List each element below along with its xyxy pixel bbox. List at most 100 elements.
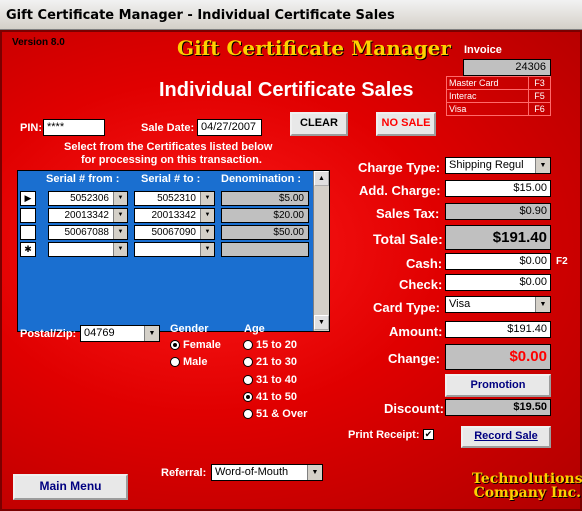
age-option-41-50[interactable]: 41 to 50 bbox=[243, 391, 297, 403]
serial-to-cell[interactable]: 50067090 ▼ bbox=[134, 225, 215, 240]
row-selector-current-icon[interactable]: ▶ bbox=[20, 191, 36, 206]
check-input[interactable]: $0.00 bbox=[445, 274, 551, 291]
dropdown-arrow-icon[interactable]: ▼ bbox=[200, 226, 214, 239]
age-option-31-40[interactable]: 31 to 40 bbox=[243, 374, 297, 386]
referral-select[interactable]: Word-of-Mouth ▼ bbox=[211, 464, 323, 481]
age-option-51-over[interactable]: 51 & Over bbox=[243, 408, 307, 420]
dropdown-arrow-icon[interactable]: ▼ bbox=[200, 209, 214, 222]
no-sale-button[interactable]: NO SALE bbox=[376, 112, 436, 136]
dropdown-arrow-icon[interactable]: ▼ bbox=[535, 297, 550, 312]
serial-to-cell[interactable]: ▼ bbox=[134, 242, 215, 257]
invoice-number: 24306 bbox=[463, 59, 551, 76]
gender-male-option[interactable]: Male bbox=[170, 356, 207, 368]
company-name-line1: Technolutions bbox=[472, 471, 582, 487]
age-option-21-30[interactable]: 21 to 30 bbox=[243, 356, 297, 368]
discount-value: $19.50 bbox=[445, 399, 551, 416]
version-label: Version 8.0 bbox=[12, 37, 65, 48]
denomination-cell: $50.00 bbox=[221, 225, 309, 240]
referral-value: Word-of-Mouth bbox=[215, 466, 289, 478]
dropdown-arrow-icon[interactable]: ▼ bbox=[535, 158, 550, 173]
card-type-label: Card Type: bbox=[373, 300, 440, 315]
sale-date-input[interactable]: 04/27/2007 bbox=[197, 119, 262, 136]
serial-to-value: 50067090 bbox=[151, 227, 197, 238]
serial-to-value: 5052310 bbox=[157, 193, 196, 204]
cash-label: Cash: bbox=[406, 256, 443, 271]
age-option-label: 51 & Over bbox=[256, 408, 308, 421]
serial-from-value: 5052306 bbox=[70, 193, 109, 204]
main-menu-button[interactable]: Main Menu bbox=[13, 474, 128, 500]
print-receipt-checkbox[interactable]: ✔ bbox=[423, 429, 434, 440]
serial-to-cell[interactable]: 20013342 ▼ bbox=[134, 208, 215, 223]
dropdown-arrow-icon[interactable]: ▼ bbox=[307, 465, 322, 480]
age-option-15-20[interactable]: 15 to 20 bbox=[243, 339, 297, 351]
add-charge-label: Add. Charge: bbox=[359, 183, 441, 198]
sales-form: Version 8.0 Gift Certificate Manager Ind… bbox=[0, 30, 582, 511]
certificate-grid[interactable]: Serial # from : Serial # to : Denominati… bbox=[17, 170, 330, 332]
total-sale-value: $191.40 bbox=[445, 225, 551, 250]
row-selector[interactable] bbox=[20, 208, 36, 223]
dropdown-arrow-icon[interactable]: ▼ bbox=[113, 209, 127, 222]
title-bar[interactable]: Gift Certificate Manager - Individual Ce… bbox=[0, 0, 582, 30]
record-sale-button[interactable]: Record Sale bbox=[461, 426, 551, 448]
radio-icon[interactable] bbox=[243, 340, 253, 351]
print-receipt-label: Print Receipt: bbox=[348, 429, 420, 441]
scroll-up-icon[interactable]: ▲ bbox=[314, 171, 329, 186]
postal-label: Postal/Zip: bbox=[20, 328, 77, 340]
serial-from-header: Serial # from : bbox=[46, 173, 120, 185]
dropdown-arrow-icon[interactable]: ▼ bbox=[200, 243, 214, 256]
payment-key: F5 bbox=[528, 89, 551, 103]
instructions-line1: Select from the Certificates listed belo… bbox=[64, 141, 273, 153]
payment-method: Master Card bbox=[446, 76, 529, 90]
age-label: Age bbox=[244, 323, 265, 335]
radio-selected-icon[interactable] bbox=[170, 340, 180, 351]
window-title: Gift Certificate Manager - Individual Ce… bbox=[6, 8, 395, 23]
dropdown-arrow-icon[interactable]: ▼ bbox=[113, 192, 127, 205]
card-type-value: Visa bbox=[449, 298, 471, 310]
serial-to-cell[interactable]: 5052310 ▼ bbox=[134, 191, 215, 206]
page-title: Individual Certificate Sales bbox=[159, 79, 414, 101]
serial-from-cell[interactable]: 20013342 ▼ bbox=[48, 208, 128, 223]
grid-scrollbar[interactable]: ▲ ▼ bbox=[313, 171, 329, 331]
card-type-select[interactable]: Visa ▼ bbox=[445, 296, 551, 313]
radio-icon[interactable] bbox=[243, 375, 253, 386]
gender-female-option[interactable]: Female bbox=[170, 339, 221, 351]
change-label: Change: bbox=[388, 351, 440, 366]
cash-input[interactable]: $0.00 bbox=[445, 253, 551, 270]
payment-method: Visa bbox=[446, 102, 529, 116]
radio-icon[interactable] bbox=[243, 357, 253, 368]
add-charge-input[interactable]: $15.00 bbox=[445, 180, 551, 197]
sale-date-label: Sale Date: bbox=[141, 122, 195, 134]
age-option-label: 31 to 40 bbox=[256, 374, 297, 387]
denomination-cell: $5.00 bbox=[221, 191, 309, 206]
amount-input[interactable]: $191.40 bbox=[445, 321, 551, 338]
charge-type-select[interactable]: Shipping Regul ▼ bbox=[445, 157, 551, 174]
promotion-button[interactable]: Promotion bbox=[445, 374, 551, 397]
row-selector[interactable] bbox=[20, 225, 36, 240]
charge-type-value: Shipping Regul bbox=[449, 159, 524, 171]
pin-input[interactable]: **** bbox=[43, 119, 105, 136]
sales-tax-value: $0.90 bbox=[445, 203, 551, 220]
radio-icon[interactable] bbox=[170, 357, 180, 368]
charge-type-label: Charge Type: bbox=[358, 160, 441, 175]
dropdown-arrow-icon[interactable]: ▼ bbox=[200, 192, 214, 205]
postal-select[interactable]: 04769 ▼ bbox=[80, 325, 160, 342]
serial-from-cell[interactable]: 5052306 ▼ bbox=[48, 191, 128, 206]
dropdown-arrow-icon[interactable]: ▼ bbox=[144, 326, 159, 341]
clear-button[interactable]: CLEAR bbox=[290, 112, 348, 136]
scroll-down-icon[interactable]: ▼ bbox=[314, 315, 329, 330]
app-title: Gift Certificate Manager bbox=[177, 36, 451, 60]
record-sale-label: Record Sale bbox=[474, 430, 538, 442]
age-option-label: 41 to 50 bbox=[256, 391, 297, 404]
serial-from-value: 20013342 bbox=[64, 210, 110, 221]
serial-from-cell[interactable]: 50067088 ▼ bbox=[48, 225, 128, 240]
denomination-header: Denomination : bbox=[221, 173, 302, 185]
radio-selected-icon[interactable] bbox=[243, 392, 253, 403]
denomination-cell bbox=[221, 242, 309, 257]
serial-from-cell[interactable]: ▼ bbox=[48, 242, 128, 257]
postal-value: 04769 bbox=[84, 327, 115, 339]
dropdown-arrow-icon[interactable]: ▼ bbox=[113, 243, 127, 256]
dropdown-arrow-icon[interactable]: ▼ bbox=[113, 226, 127, 239]
new-row-asterisk-icon[interactable]: ✱ bbox=[20, 242, 36, 257]
serial-to-value: 20013342 bbox=[151, 210, 197, 221]
radio-icon[interactable] bbox=[243, 409, 253, 420]
